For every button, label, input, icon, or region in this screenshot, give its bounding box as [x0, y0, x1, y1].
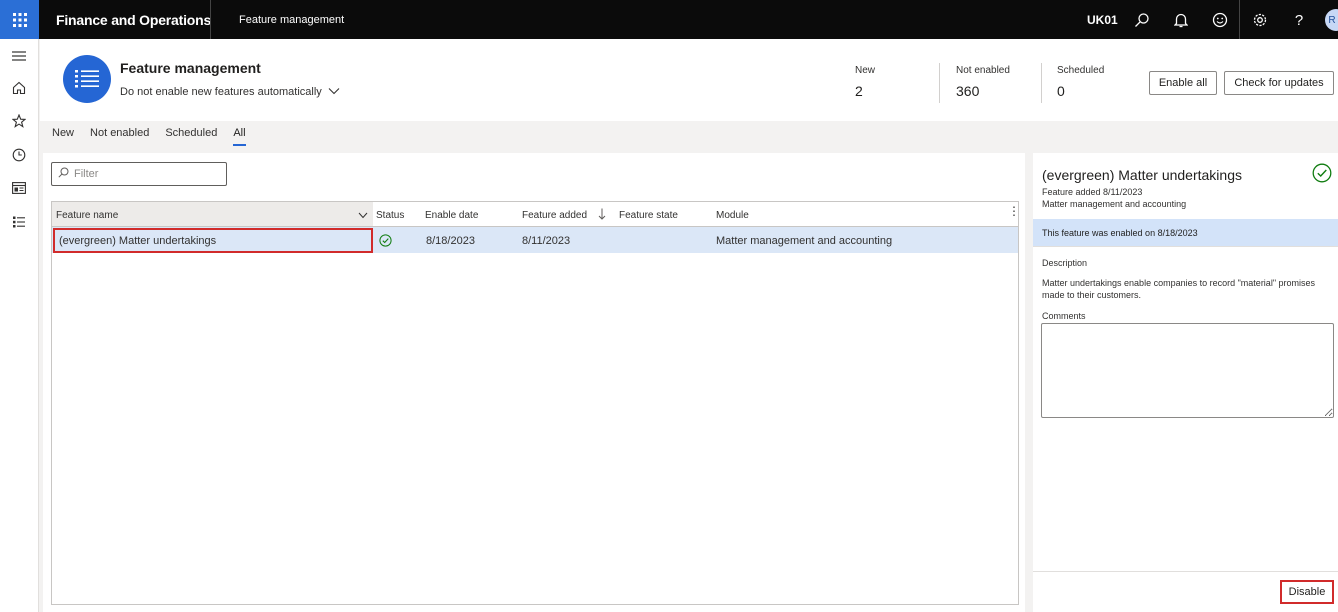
stat-value: 360 — [956, 83, 980, 99]
star-icon[interactable] — [10, 112, 28, 130]
stat-new[interactable]: New 2 — [855, 65, 875, 99]
clock-icon[interactable] — [10, 146, 28, 164]
stat-label: Scheduled — [1057, 65, 1105, 76]
auto-enable-label: Do not enable new features automatically — [120, 86, 322, 98]
feature-grid: Feature name Status Enable date Feature … — [51, 201, 1020, 605]
feature-list-icon — [63, 55, 111, 103]
column-header-status[interactable]: Status — [376, 210, 404, 221]
topbar-divider — [210, 0, 211, 39]
tab-scheduled[interactable]: Scheduled — [165, 127, 217, 146]
page-title: Feature management — [120, 60, 261, 76]
search-icon[interactable] — [1132, 10, 1152, 30]
divider — [1033, 246, 1338, 247]
smiley-icon[interactable] — [1210, 10, 1230, 30]
stat-value: 0 — [1057, 83, 1065, 99]
feature-added-cell: 8/11/2023 — [522, 235, 571, 247]
enable-date-cell: 8/18/2023 — [426, 235, 475, 247]
help-icon[interactable]: ? — [1289, 10, 1309, 30]
chevron-down-icon[interactable] — [358, 210, 368, 222]
stat-divider — [1041, 63, 1042, 103]
tab-new[interactable]: New — [52, 127, 74, 146]
left-navigation — [0, 39, 39, 612]
tab-all[interactable]: All — [233, 127, 246, 146]
company-picker[interactable]: UK01 — [1087, 13, 1118, 27]
enabled-banner: This feature was enabled on 8/18/2023 — [1033, 219, 1338, 246]
detail-module: Matter management and accounting — [1042, 199, 1187, 209]
column-header-module[interactable]: Module — [716, 210, 749, 221]
bell-icon[interactable] — [1171, 10, 1191, 30]
waffle-icon[interactable] — [0, 0, 39, 39]
feature-grid-panel: Filter Feature name Status Enable date F… — [43, 153, 1025, 612]
filter-placeholder: Filter — [74, 168, 99, 180]
search-icon — [58, 167, 69, 181]
chevron-down-icon — [328, 86, 340, 98]
gear-icon[interactable] — [1250, 10, 1270, 30]
disable-button[interactable]: Disable — [1280, 580, 1334, 604]
detail-feature-added: Feature added 8/11/2023 — [1042, 187, 1143, 197]
description-text: Matter undertakings enable companies to … — [1042, 278, 1316, 300]
column-header-label: Feature name — [56, 210, 119, 221]
feature-detail-pane: (evergreen) Matter undertakings Feature … — [1033, 153, 1338, 612]
app-title[interactable]: Finance and Operations — [56, 12, 211, 28]
comments-field[interactable] — [1041, 323, 1334, 418]
stat-label: New — [855, 65, 876, 76]
tab-not-enabled[interactable]: Not enabled — [90, 127, 149, 146]
detail-title: (evergreen) Matter undertakings — [1042, 167, 1242, 183]
stat-label: Not enabled — [956, 65, 1010, 76]
description-label: Description — [1042, 258, 1088, 268]
stat-scheduled[interactable]: Scheduled 0 — [1057, 65, 1104, 99]
check-for-updates-button[interactable]: Check for updates — [1224, 71, 1334, 95]
highlight-box — [53, 228, 373, 253]
grid-header: Feature name Status Enable date Feature … — [52, 202, 1020, 227]
stat-value: 2 — [855, 83, 863, 99]
breadcrumb: Feature management — [239, 14, 345, 26]
sort-descending-icon[interactable] — [598, 208, 606, 223]
comments-label: Comments — [1042, 311, 1086, 321]
stat-divider — [939, 63, 940, 103]
list-icon[interactable] — [10, 213, 28, 231]
enable-all-button[interactable]: Enable all — [1149, 71, 1217, 95]
avatar[interactable]: R — [1325, 9, 1338, 31]
page-header: Feature management Do not enable new fea… — [40, 39, 1338, 121]
divider — [1033, 571, 1338, 572]
column-header-feature-added[interactable]: Feature added — [522, 210, 587, 221]
column-header-enable-date[interactable]: Enable date — [425, 210, 478, 221]
stat-not-enabled[interactable]: Not enabled 360 — [956, 65, 1010, 99]
enabled-check-icon — [1312, 163, 1332, 186]
home-icon[interactable] — [10, 79, 28, 97]
module-cell: Matter management and accounting — [716, 235, 893, 247]
top-bar: Finance and Operations Feature managemen… — [0, 0, 1338, 39]
enabled-check-icon — [379, 234, 392, 250]
workspace-icon[interactable] — [10, 179, 28, 197]
auto-enable-dropdown[interactable]: Do not enable new features automatically — [120, 86, 340, 98]
topbar-divider — [1239, 0, 1240, 39]
table-row[interactable]: (evergreen) Matter undertakings 8/18/202… — [52, 227, 1018, 253]
hamburger-icon[interactable] — [10, 47, 28, 65]
more-options-icon[interactable]: ⋮ — [1008, 205, 1020, 217]
column-header-feature-state[interactable]: Feature state — [619, 210, 678, 221]
feature-tabs: New Not enabled Scheduled All — [52, 127, 262, 146]
filter-input[interactable]: Filter — [51, 162, 227, 186]
